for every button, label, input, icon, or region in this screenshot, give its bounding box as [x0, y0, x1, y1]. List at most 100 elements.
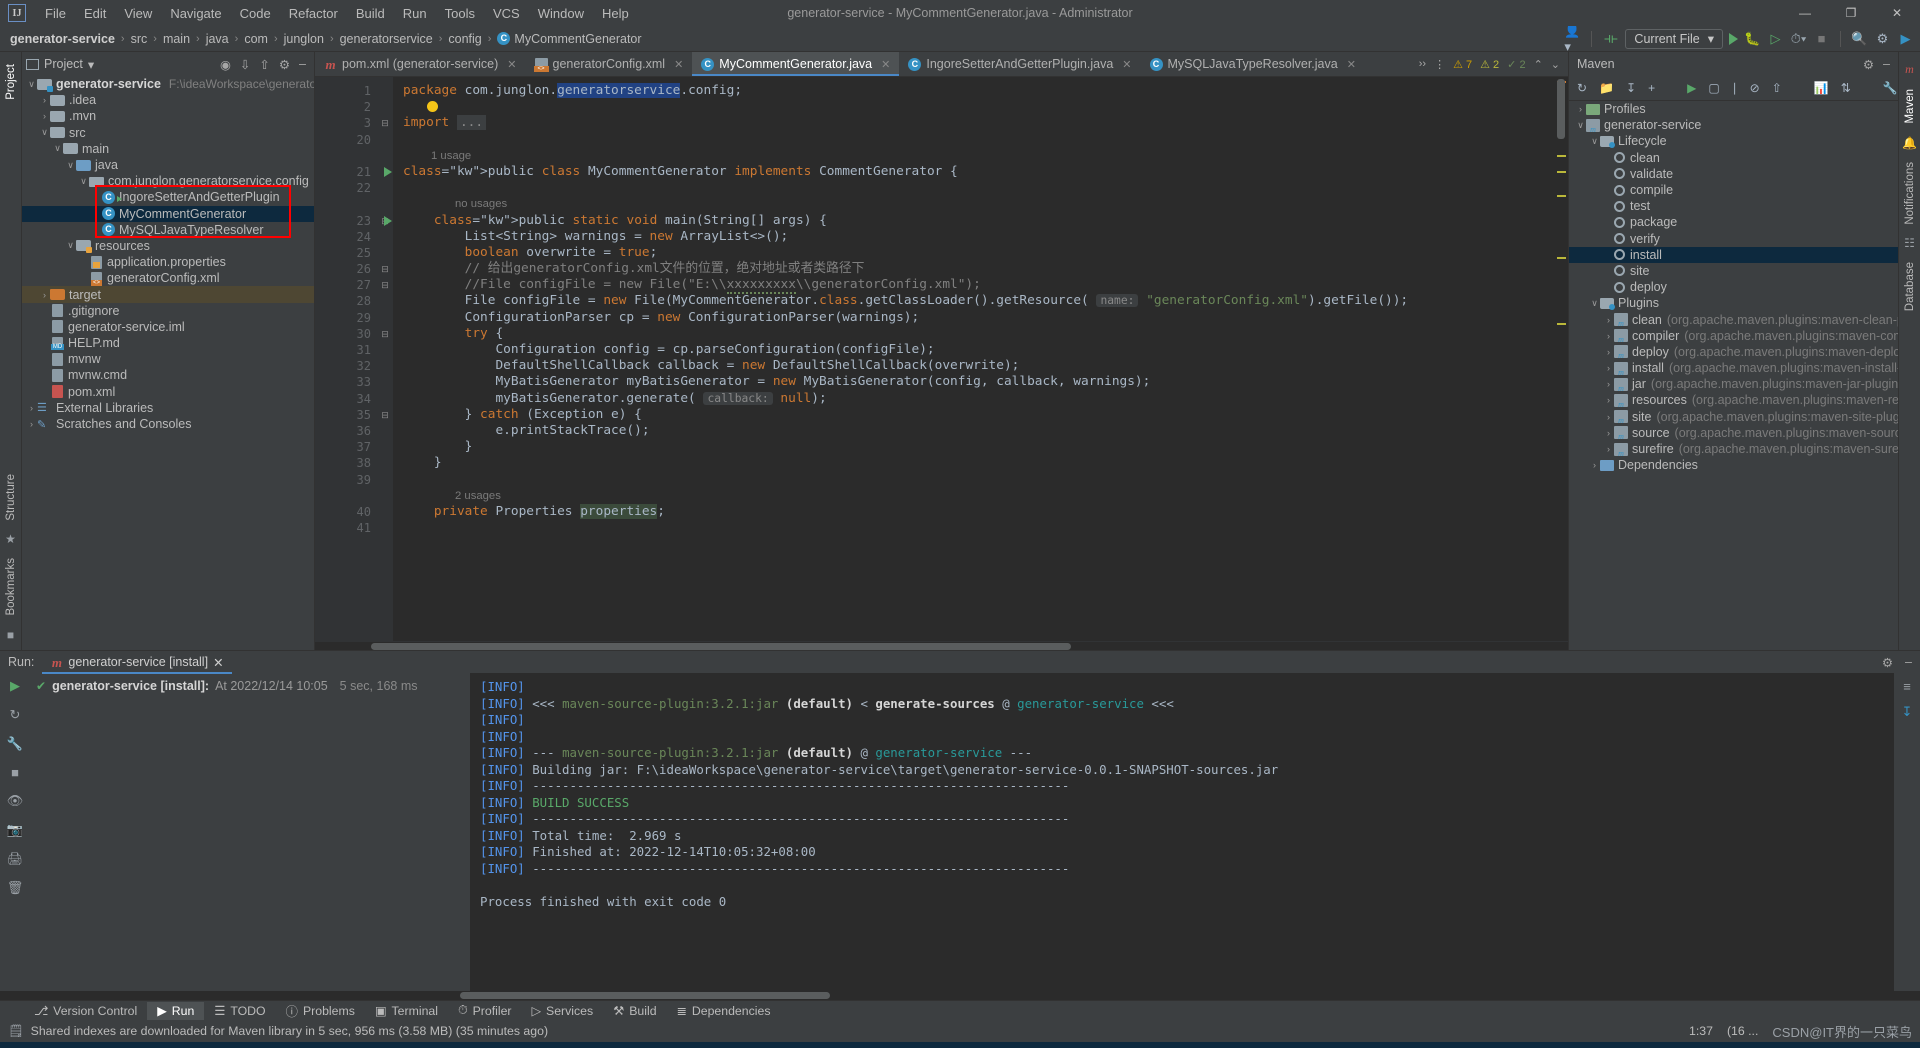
code-line[interactable]: class="kw">public class MyCommentGenerat…	[393, 164, 1554, 180]
code-line[interactable]	[393, 180, 1554, 196]
fold-marker[interactable]	[377, 423, 393, 439]
next-highlight-icon[interactable]: ⌄	[1551, 58, 1560, 71]
maven-tree-row[interactable]: validate	[1569, 166, 1898, 182]
project-tree-row[interactable]: C MyCommentGenerator	[22, 196, 314, 222]
project-tree-row[interactable]: .gitignore	[22, 303, 314, 319]
maven-tree-row[interactable]: › clean (org.apache.maven.plugins:maven-cl…	[1569, 311, 1898, 329]
soft-wrap-icon[interactable]: ≡	[1903, 679, 1911, 694]
close-icon[interactable]: ✕	[674, 58, 683, 71]
editor-tab[interactable]: generatorConfig.xml ✕	[526, 52, 693, 76]
fold-marker[interactable]	[377, 358, 393, 374]
menu-navigate[interactable]: Navigate	[161, 3, 230, 24]
project-tree-row[interactable]: pom.xml	[22, 384, 314, 400]
code-line[interactable]: DefaultShellCallback callback = new Defa…	[393, 358, 1554, 374]
maven-tree-row[interactable]: deploy	[1569, 279, 1898, 295]
run-with-coverage-icon[interactable]: ▷	[1767, 30, 1784, 47]
project-tree-row[interactable]: C MySQLJavaTypeResolver	[22, 222, 314, 238]
print-icon[interactable]: 🖨	[7, 851, 24, 867]
close-button[interactable]: ✕	[1874, 0, 1920, 26]
tree-expand-arrow[interactable]: ›	[1603, 363, 1614, 373]
fold-marker[interactable]: ⊟	[377, 277, 393, 293]
project-tree-row[interactable]: › .mvn	[22, 108, 314, 124]
fold-marker[interactable]	[377, 504, 393, 520]
clear-icon[interactable]: 🗑	[7, 880, 24, 896]
breadcrumb-config[interactable]: config	[444, 30, 485, 48]
menu-edit[interactable]: Edit	[75, 3, 115, 24]
project-tree-row[interactable]: generator-service.iml	[22, 319, 314, 335]
fold-marker[interactable]	[377, 132, 393, 148]
maven-tree-row[interactable]: compile	[1569, 182, 1898, 198]
rail-item-structure[interactable]: Structure	[5, 468, 17, 527]
breadcrumb-main[interactable]: main	[159, 30, 194, 48]
maven-tree-row[interactable]: › deploy (org.apache.maven.plugins:maven-d…	[1569, 344, 1898, 361]
project-tree-row[interactable]: › ☰ External Libraries	[22, 400, 314, 416]
tree-expand-arrow[interactable]: ›	[26, 419, 37, 429]
fold-marker[interactable]	[377, 472, 393, 488]
terminal-rail-icon[interactable]: ■	[7, 628, 14, 642]
menu-help[interactable]: Help	[593, 3, 638, 24]
collapse-all-icon[interactable]: ⇧	[259, 57, 269, 72]
editor-tab[interactable]: C MyCommentGenerator.java ✕	[692, 52, 900, 76]
maven-tree-row[interactable]: › resources (org.apache.maven.plugins:mave…	[1569, 392, 1898, 409]
code-content[interactable]: package com.junglon.generatorservice.con…	[393, 77, 1554, 641]
tree-expand-arrow[interactable]: ›	[1603, 428, 1614, 438]
close-icon[interactable]: ✕	[1122, 58, 1131, 71]
code-line[interactable]: } catch (Exception e) {	[393, 407, 1554, 423]
code-line[interactable]: 2 usages	[393, 488, 1554, 504]
menu-build[interactable]: Build	[347, 3, 394, 24]
project-tree-row[interactable]: › ✎ Scratches and Consoles	[22, 416, 314, 432]
code-line[interactable]: e.printStackTrace();	[393, 423, 1554, 439]
usage-hint[interactable]: no usages	[455, 198, 507, 210]
editor-tab[interactable]: C IngoreSetterAndGetterPlugin.java ✕	[899, 52, 1140, 76]
project-tree[interactable]: ∨ generator-service F:\ideaWorkspace\gener…	[22, 76, 314, 650]
menu-vcs[interactable]: VCS	[484, 3, 529, 24]
code-line[interactable]	[393, 132, 1554, 148]
rail-item-bookmarks[interactable]: Bookmarks	[5, 552, 17, 622]
maven-tree-row[interactable]: test	[1569, 198, 1898, 214]
toolstrip-item-problems[interactable]: ⓘ Problems	[276, 1000, 365, 1022]
project-panel-title-group[interactable]: Project ▾	[26, 57, 94, 72]
notifications-bell-icon[interactable]: 🔔	[1902, 136, 1917, 150]
tree-expand-arrow[interactable]: ›	[1603, 315, 1614, 325]
run-tree[interactable]: ✔ generator-service [install]: At 2022/1…	[30, 673, 470, 991]
code-line[interactable]	[393, 520, 1554, 536]
prev-highlight-icon[interactable]: ⌃	[1534, 58, 1543, 71]
add-icon[interactable]: +	[1648, 81, 1655, 95]
breadcrumb-com[interactable]: com	[240, 30, 272, 48]
tree-expand-arrow[interactable]: ›	[1603, 347, 1614, 357]
expand-all-icon[interactable]: ⇩	[240, 57, 250, 72]
stop-icon[interactable]: ■	[1813, 30, 1830, 47]
project-tree-row[interactable]: C IngoreSetterAndGetterPlugin	[22, 189, 314, 205]
tree-expand-arrow[interactable]: ›	[39, 111, 50, 121]
maven-tree-row[interactable]: › compiler (org.apache.maven.plugins:maven…	[1569, 328, 1898, 345]
weak-warning-count-badge[interactable]: ⚠ 2	[1480, 58, 1499, 71]
tree-expand-arrow[interactable]: ›	[1589, 460, 1600, 470]
project-tree-row[interactable]: › .idea	[22, 92, 314, 108]
maven-tree-row[interactable]: › Dependencies	[1569, 457, 1898, 473]
rail-item-maven[interactable]: Maven	[1904, 83, 1916, 130]
fold-marker[interactable]	[377, 293, 393, 309]
tree-expand-arrow[interactable]: ∨	[1589, 136, 1600, 147]
maven-tree-row[interactable]: › jar (org.apache.maven.plugins:maven-jar-…	[1569, 376, 1898, 393]
code-line[interactable]: }	[393, 455, 1554, 471]
close-icon[interactable]: ✕	[213, 655, 223, 670]
tree-expand-arrow[interactable]: ∨	[78, 176, 89, 187]
download-sources-icon[interactable]: ↧	[1626, 81, 1636, 95]
fold-marker[interactable]	[377, 99, 393, 115]
code-line[interactable]: 1 usage	[393, 148, 1554, 164]
jump-to-source-icon[interactable]: ↻	[10, 707, 21, 723]
settings-icon[interactable]: ⚙	[1882, 655, 1893, 670]
breadcrumb-class[interactable]: MyCommentGenerator	[493, 30, 645, 48]
menu-run[interactable]: Run	[394, 3, 436, 24]
tree-expand-arrow[interactable]: ∨	[39, 127, 50, 138]
maven-tree-row[interactable]: verify	[1569, 231, 1898, 247]
tree-expand-arrow[interactable]: ∨	[65, 160, 76, 171]
error-stripe[interactable]	[1554, 77, 1568, 641]
console-output[interactable]: [INFO] [INFO] <<< maven-source-plugin:3.2…	[470, 673, 1894, 991]
updates-icon[interactable]: ▶	[1897, 30, 1914, 47]
toolstrip-item-terminal[interactable]: ▣ Terminal	[365, 1002, 448, 1020]
menu-file[interactable]: File	[36, 3, 75, 24]
gutter-run-icon[interactable]	[384, 215, 392, 226]
hide-icon[interactable]: –	[1883, 57, 1890, 71]
fold-column[interactable]: ⊟ ⊟ ⊟ ⊟ ⊟ ⊟	[377, 77, 393, 641]
